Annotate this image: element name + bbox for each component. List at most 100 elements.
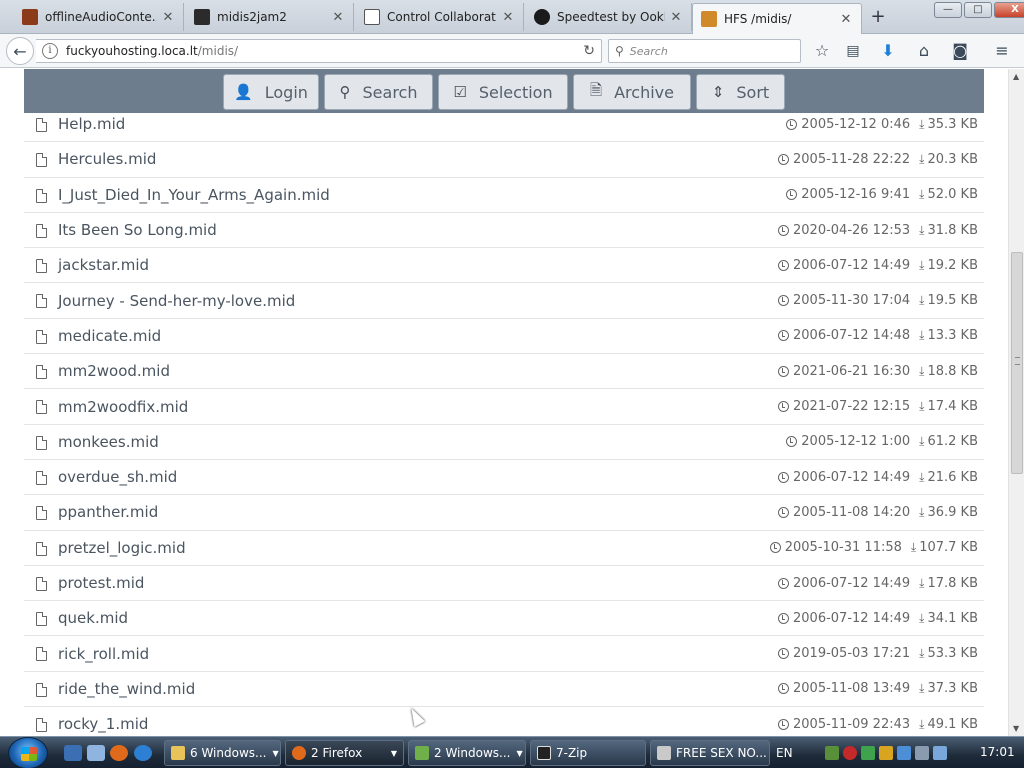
file-name-link[interactable]: pretzel_logic.mid — [58, 539, 186, 557]
file-row[interactable]: medicate.mid 2006-07-12 14:48 ⤓ 13.3 KB — [24, 319, 984, 355]
sort-button[interactable]: ⇕ Sort — [696, 74, 785, 110]
taskbar-windows-group[interactable]: 2 Windows... ▼ — [408, 740, 526, 766]
close-icon[interactable]: ✕ — [161, 10, 175, 25]
tray-app-icon[interactable] — [860, 746, 875, 760]
tray-security-icon[interactable] — [842, 746, 857, 760]
close-icon[interactable]: ✕ — [669, 10, 683, 25]
file-name-link[interactable]: quek.mid — [58, 609, 128, 627]
download-icon[interactable]: ⤓ — [919, 611, 924, 626]
file-name-link[interactable]: Journey - Send-her-my-love.mid — [58, 292, 295, 310]
file-row[interactable]: Hercules.mid 2005-11-28 22:22 ⤓ 20.3 KB — [24, 142, 984, 178]
taskbar-clock[interactable]: 17:01 — [980, 745, 1015, 759]
download-icon[interactable]: ⤓ — [919, 187, 924, 202]
file-name-link[interactable]: rick_roll.mid — [58, 645, 149, 663]
taskbar-firefox[interactable]: 2 Firefox ▼ — [285, 740, 404, 766]
tab-control-collaboration[interactable]: Control Collaborati... ✕ — [356, 3, 524, 31]
download-icon[interactable]: ⤓ — [919, 293, 924, 308]
file-row[interactable]: I_Just_Died_In_Your_Arms_Again.mid 2005-1… — [24, 178, 984, 213]
show-desktop-icon[interactable] — [64, 745, 82, 761]
file-name-link[interactable]: Its Been So Long.mid — [58, 221, 217, 239]
taskbar-free-sex-window[interactable]: FREE SEX NO... — [650, 740, 770, 766]
selection-button[interactable]: ☑ Selection — [438, 74, 568, 110]
file-row[interactable]: ppanther.mid 2005-11-08 14:20 ⤓ 36.9 KB — [24, 495, 984, 531]
file-row[interactable]: overdue_sh.mid 2006-07-12 14:49 ⤓ 21.6 KB — [24, 460, 984, 496]
minimize-button[interactable]: — — [934, 2, 962, 18]
tray-display-icon[interactable] — [896, 746, 911, 760]
tray-monitor-icon[interactable] — [914, 746, 929, 760]
tab-offline-audio[interactable]: offlineAudioConte... ✕ — [14, 3, 184, 31]
file-row[interactable]: quek.mid 2006-07-12 14:49 ⤓ 34.1 KB — [24, 601, 984, 637]
address-bar[interactable]: i fuckyouhosting.loca.lt /midis/ ↻ — [36, 39, 602, 63]
file-row[interactable]: rick_roll.mid 2019-05-03 17:21 ⤓ 53.3 KB — [24, 636, 984, 672]
file-row[interactable]: mm2woodfix.mid 2021-07-22 12:15 ⤓ 17.4 KB — [24, 389, 984, 425]
download-icon[interactable]: ⤓ — [919, 152, 924, 167]
login-button[interactable]: 👤 Login — [223, 74, 319, 110]
file-name-link[interactable]: jackstar.mid — [58, 256, 149, 274]
download-icon[interactable]: ⤓ — [919, 328, 924, 343]
bookmark-star-icon[interactable]: ☆ — [812, 42, 832, 60]
file-row[interactable]: monkees.mid 2005-12-12 1:00 ⤓ 61.2 KB — [24, 425, 984, 460]
download-icon[interactable]: ⤓ — [919, 223, 924, 238]
scrollbar-thumb[interactable] — [1011, 252, 1023, 474]
firefox-icon[interactable] — [110, 745, 128, 761]
download-icon[interactable]: ⤓ — [919, 646, 924, 661]
internet-explorer-icon[interactable] — [134, 745, 152, 761]
file-name-link[interactable]: ride_the_wind.mid — [58, 680, 195, 698]
new-tab-button[interactable]: + — [866, 6, 890, 27]
close-window-button[interactable]: X — [994, 2, 1024, 18]
file-name-link[interactable]: mm2wood.mid — [58, 362, 170, 380]
reload-icon[interactable]: ↻ — [583, 43, 595, 59]
download-icon[interactable]: ⤓ — [919, 576, 924, 591]
pocket-icon[interactable]: ◙ — [950, 42, 970, 60]
file-name-link[interactable]: medicate.mid — [58, 327, 161, 345]
download-icon[interactable]: ⤓ — [919, 470, 924, 485]
close-icon[interactable]: ✕ — [839, 12, 853, 27]
back-button[interactable]: ← — [6, 37, 34, 65]
reading-list-icon[interactable]: ▤ — [843, 42, 863, 60]
taskbar-windows-explorer[interactable]: 6 Windows... ▼ — [164, 740, 281, 766]
download-icon[interactable]: ⤓ — [919, 505, 924, 520]
download-icon[interactable]: ⤓ — [919, 258, 924, 273]
archive-button[interactable]: 🗎 Archive — [573, 74, 691, 110]
download-icon[interactable]: ⤓ — [919, 364, 924, 379]
file-name-link[interactable]: mm2woodfix.mid — [58, 398, 188, 416]
start-button[interactable] — [8, 737, 48, 768]
language-indicator[interactable]: EN — [776, 746, 793, 760]
file-row[interactable]: ride_the_wind.mid 2005-11-08 13:49 ⤓ 37.3 K… — [24, 672, 984, 708]
vertical-scrollbar[interactable]: ▲ ▼ — [1008, 69, 1024, 736]
tab-speedtest[interactable]: Speedtest by Ookla... ✕ — [526, 3, 692, 31]
info-icon[interactable]: i — [42, 43, 58, 59]
file-name-link[interactable]: I_Just_Died_In_Your_Arms_Again.mid — [58, 186, 330, 204]
file-row[interactable]: mm2wood.mid 2021-06-21 16:30 ⤓ 18.8 KB — [24, 354, 984, 390]
search-input[interactable]: ⚲ Search — [608, 39, 801, 63]
file-name-link[interactable]: ppanther.mid — [58, 503, 158, 521]
tab-hfs-midis[interactable]: HFS /midis/ ✕ — [692, 3, 862, 34]
file-row[interactable]: rocky_1.mid 2005-11-09 22:43 ⤓ 49.1 KB — [24, 707, 984, 736]
file-name-link[interactable]: Help.mid — [58, 115, 125, 133]
file-row[interactable]: Journey - Send-her-my-love.mid 2005-11-30… — [24, 283, 984, 319]
tray-speaker-icon[interactable] — [932, 746, 947, 760]
file-row[interactable]: Its Been So Long.mid 2020-04-26 12:53 ⤓ 31.… — [24, 213, 984, 249]
download-icon[interactable]: ⤓ — [919, 434, 924, 449]
download-icon[interactable]: ⬇ — [878, 42, 898, 60]
close-icon[interactable]: ✕ — [331, 10, 345, 25]
download-icon[interactable]: ⤓ — [919, 399, 924, 414]
file-row[interactable]: protest.mid 2006-07-12 14:49 ⤓ 17.8 KB — [24, 566, 984, 602]
scroll-down-arrow-icon[interactable]: ▼ — [1013, 724, 1019, 733]
maximize-button[interactable]: □ — [964, 2, 992, 18]
scroll-up-arrow-icon[interactable]: ▲ — [1013, 72, 1019, 81]
file-name-link[interactable]: Hercules.mid — [58, 150, 156, 168]
tray-network-icon[interactable] — [824, 746, 839, 760]
download-icon[interactable]: ⤓ — [911, 540, 916, 555]
download-icon[interactable]: ⤓ — [919, 681, 924, 696]
close-icon[interactable]: ✕ — [501, 10, 515, 25]
tab-midis2jam2[interactable]: midis2jam2 ✕ — [186, 3, 354, 31]
file-row[interactable]: jackstar.mid 2006-07-12 14:49 ⤓ 19.2 KB — [24, 248, 984, 284]
tray-volume-icon[interactable] — [878, 746, 893, 760]
file-name-link[interactable]: overdue_sh.mid — [58, 468, 177, 486]
file-row[interactable]: pretzel_logic.mid 2005-10-31 11:58 ⤓ 107.7 … — [24, 531, 984, 566]
explorer-icon[interactable] — [87, 745, 105, 761]
search-button[interactable]: ⚲ Search — [324, 74, 433, 110]
taskbar-7zip[interactable]: 7-Zip — [530, 740, 646, 766]
menu-icon[interactable]: ≡ — [992, 42, 1012, 60]
